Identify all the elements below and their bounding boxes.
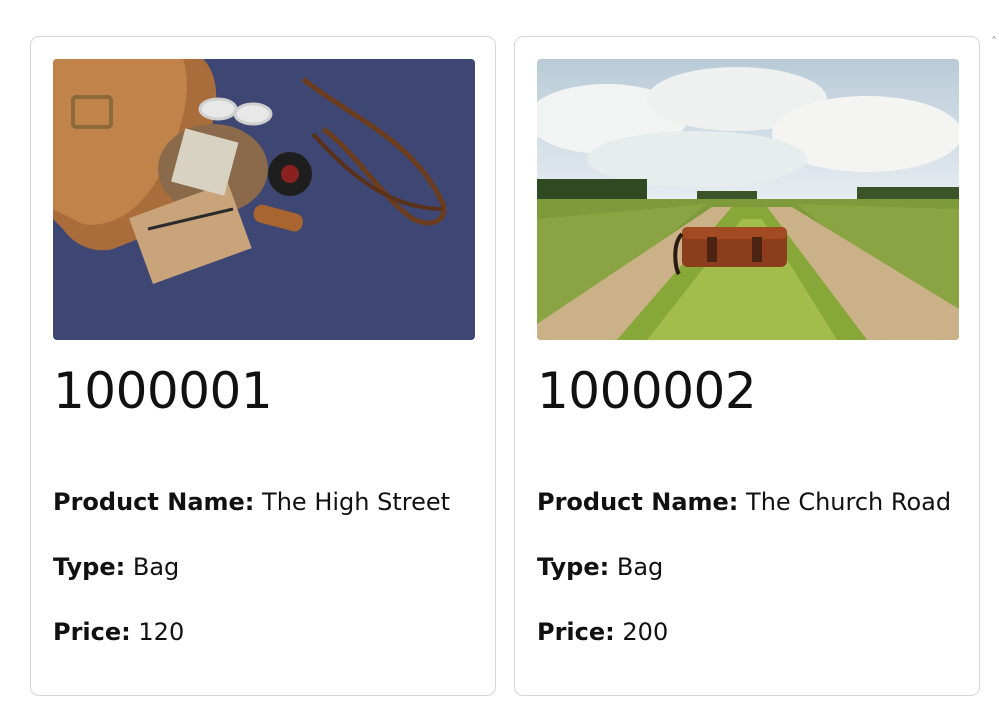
product-type-value: Bag [132, 553, 180, 581]
product-type-field: Type: Bag [53, 552, 179, 582]
product-image [537, 59, 959, 340]
product-type-value: Bag [616, 553, 664, 581]
product-price-value: 120 [138, 618, 185, 646]
road-bag-photo-image [537, 59, 959, 340]
product-price-field: Price: 120 [53, 617, 184, 647]
product-id: 1000002 [537, 362, 757, 420]
product-id: 1000001 [53, 362, 273, 420]
product-name-value: The Church Road [746, 488, 952, 516]
product-name-field: Product Name: The High Street [53, 487, 450, 517]
product-type-label: Type: [537, 553, 610, 581]
product-price-label: Price: [537, 618, 615, 646]
product-price-field: Price: 200 [537, 617, 668, 647]
product-name-value: The High Street [262, 488, 451, 516]
product-type-label: Type: [53, 553, 126, 581]
bag-photo-image [53, 59, 475, 340]
product-name-field: Product Name: The Church Road [537, 487, 951, 517]
product-image [53, 59, 475, 340]
product-name-label: Product Name: [537, 488, 739, 516]
product-price-label: Price: [53, 618, 131, 646]
product-price-value: 200 [622, 618, 669, 646]
product-type-field: Type: Bag [537, 552, 663, 582]
product-grid: 1000001 Product Name: The High Street Ty… [0, 0, 999, 705]
product-card[interactable]: 1000001 Product Name: The High Street Ty… [30, 36, 496, 696]
chevron-up-icon[interactable]: ˄ [991, 36, 997, 48]
product-name-label: Product Name: [53, 488, 255, 516]
product-card[interactable]: 1000002 Product Name: The Church Road Ty… [514, 36, 980, 696]
